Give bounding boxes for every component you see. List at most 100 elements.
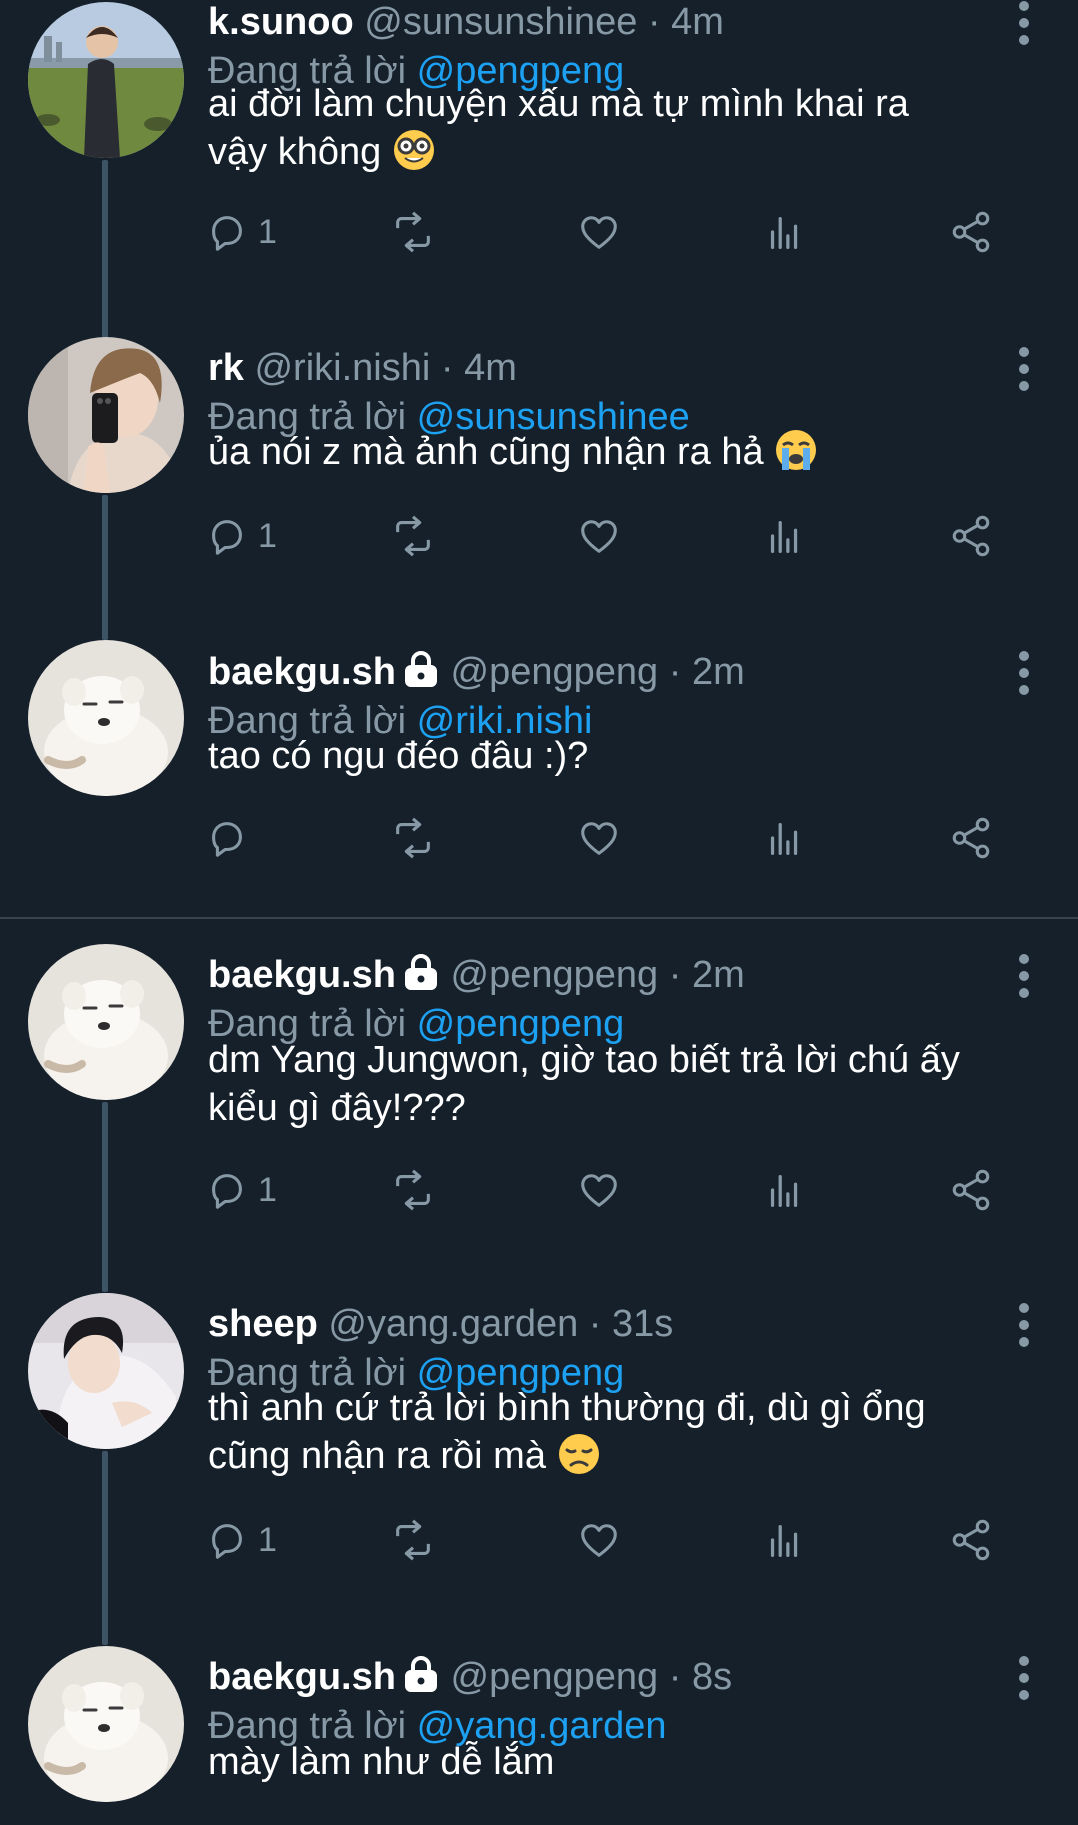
tweet-text-line: tao có ngu đéo đâu :)? (208, 732, 1038, 780)
tweet-text: thì anh cứ trả lời bình thường đi, dù gì… (208, 1384, 1038, 1480)
tweet-action-bar: 1 (208, 1160, 1008, 1220)
more-vertical-icon[interactable] (1018, 953, 1030, 999)
user-handle[interactable]: @riki.nishi (254, 347, 430, 389)
like-button[interactable] (576, 506, 622, 566)
share-button[interactable] (948, 808, 994, 868)
avatar[interactable] (28, 337, 184, 493)
tweet-action-bar (208, 808, 1008, 868)
tweet-header: k.sunoo @sunsunshinee · 4m (208, 0, 988, 48)
share-icon (948, 1167, 994, 1213)
display-name[interactable]: baekgu.sh (208, 1656, 396, 1698)
tweet-timestamp[interactable]: 2m (692, 954, 745, 996)
tweet-text: dm Yang Jungwon, giờ tao biết trả lời ch… (208, 1036, 1038, 1132)
more-vertical-icon[interactable] (1018, 1302, 1030, 1348)
reply-button[interactable] (204, 808, 250, 868)
tweet-text-line: mày làm như dễ lắm (208, 1738, 1038, 1786)
tweet-text-content: mày làm như dễ lắm (208, 1741, 555, 1783)
thread-connector-line (102, 495, 108, 640)
like-button[interactable] (576, 808, 622, 868)
like-button[interactable] (576, 202, 622, 262)
tweet-text-line: kiểu gì đây!??? (208, 1084, 1038, 1132)
tweet-timestamp[interactable]: 4m (671, 1, 724, 43)
display-name[interactable]: rk (208, 347, 244, 389)
share-button[interactable] (948, 1160, 994, 1220)
views-button[interactable] (762, 1510, 808, 1570)
reply-button[interactable]: 1 (204, 1160, 277, 1220)
like-button[interactable] (576, 1160, 622, 1220)
views-button[interactable] (762, 506, 808, 566)
avatar[interactable] (28, 1293, 184, 1449)
speech-bubble-icon (204, 815, 250, 861)
views-button[interactable] (762, 808, 808, 868)
reply-button[interactable]: 1 (204, 1510, 277, 1570)
retweet-icon (390, 1167, 436, 1213)
heart-icon (576, 1167, 622, 1213)
lock-icon (402, 953, 440, 991)
share-icon (948, 513, 994, 559)
retweet-button[interactable] (390, 1160, 436, 1220)
avatar[interactable] (28, 640, 184, 796)
tweet-timestamp[interactable]: 31s (612, 1303, 673, 1345)
tweet-timestamp[interactable]: 4m (464, 347, 517, 389)
display-name[interactable]: sheep (208, 1303, 318, 1345)
speech-bubble-icon (204, 1167, 250, 1213)
user-handle[interactable]: @pengpeng (451, 954, 659, 996)
tweet-text-line: dm Yang Jungwon, giờ tao biết trả lời ch… (208, 1036, 1038, 1084)
reply-count: 1 (258, 1520, 277, 1559)
reply-button[interactable]: 1 (204, 202, 277, 262)
disappointed-face-icon (557, 1432, 601, 1476)
reply-count: 1 (258, 516, 277, 555)
share-button[interactable] (948, 202, 994, 262)
reply-thread-feed: k.sunoo @sunsunshinee · 4m Đang trả lời @… (0, 0, 1078, 1825)
tweet-text: ủa nói z mà ảnh cũng nhận ra hả (208, 428, 1038, 476)
avatar[interactable] (28, 2, 184, 158)
retweet-button[interactable] (390, 202, 436, 262)
loudly-crying-face-icon (774, 428, 818, 472)
retweet-button[interactable] (390, 1510, 436, 1570)
tweet-timestamp[interactable]: 2m (692, 651, 745, 693)
retweet-button[interactable] (390, 808, 436, 868)
avatar[interactable] (28, 944, 184, 1100)
speech-bubble-icon (204, 1517, 250, 1563)
more-vertical-icon[interactable] (1018, 1655, 1030, 1701)
separator-dot: · (658, 651, 692, 693)
tweet-text-line: ủa nói z mà ảnh cũng nhận ra hả (208, 428, 1038, 476)
more-vertical-icon[interactable] (1018, 346, 1030, 392)
views-button[interactable] (762, 1160, 808, 1220)
lock-icon (402, 650, 440, 688)
user-handle[interactable]: @sunsunshinee (364, 1, 637, 43)
tweet-header: baekgu.sh @pengpeng · 2m (208, 949, 988, 1001)
user-handle[interactable]: @yang.garden (328, 1303, 578, 1345)
views-button[interactable] (762, 202, 808, 262)
retweet-icon (390, 815, 436, 861)
heart-icon (576, 513, 622, 559)
share-button[interactable] (948, 506, 994, 566)
separator-dot: · (658, 1656, 692, 1698)
tweet-text-line: ai đời làm chuyện xấu mà tự mình khai ra (208, 80, 1038, 128)
thread-connector-line (102, 1102, 108, 1292)
tweet-timestamp[interactable]: 8s (692, 1656, 732, 1698)
reply-button[interactable]: 1 (204, 506, 277, 566)
share-icon (948, 815, 994, 861)
more-vertical-icon[interactable] (1018, 650, 1030, 696)
share-button[interactable] (948, 1510, 994, 1570)
share-icon (948, 209, 994, 255)
display-name[interactable]: baekgu.sh (208, 954, 396, 996)
tweet-header: baekgu.sh @pengpeng · 8s (208, 1651, 988, 1703)
tweet-text-content: cũng nhận ra rồi mà (208, 1435, 546, 1477)
user-handle[interactable]: @pengpeng (451, 1656, 659, 1698)
display-name[interactable]: k.sunoo (208, 1, 354, 43)
retweet-button[interactable] (390, 506, 436, 566)
user-handle[interactable]: @pengpeng (451, 651, 659, 693)
display-name[interactable]: baekgu.sh (208, 651, 396, 693)
avatar[interactable] (28, 1646, 184, 1802)
tweet-header: rk @riki.nishi · 4m (208, 342, 988, 394)
thread-connector-line (102, 1451, 108, 1645)
more-vertical-icon[interactable] (1018, 0, 1030, 46)
tweet-text-content: ai đời làm chuyện xấu mà tự mình khai ra (208, 83, 909, 125)
retweet-icon (390, 209, 436, 255)
conversation-divider (0, 917, 1078, 919)
like-button[interactable] (576, 1510, 622, 1570)
separator-dot: · (658, 954, 692, 996)
tweet-text: mày làm như dễ lắm (208, 1738, 1038, 1786)
